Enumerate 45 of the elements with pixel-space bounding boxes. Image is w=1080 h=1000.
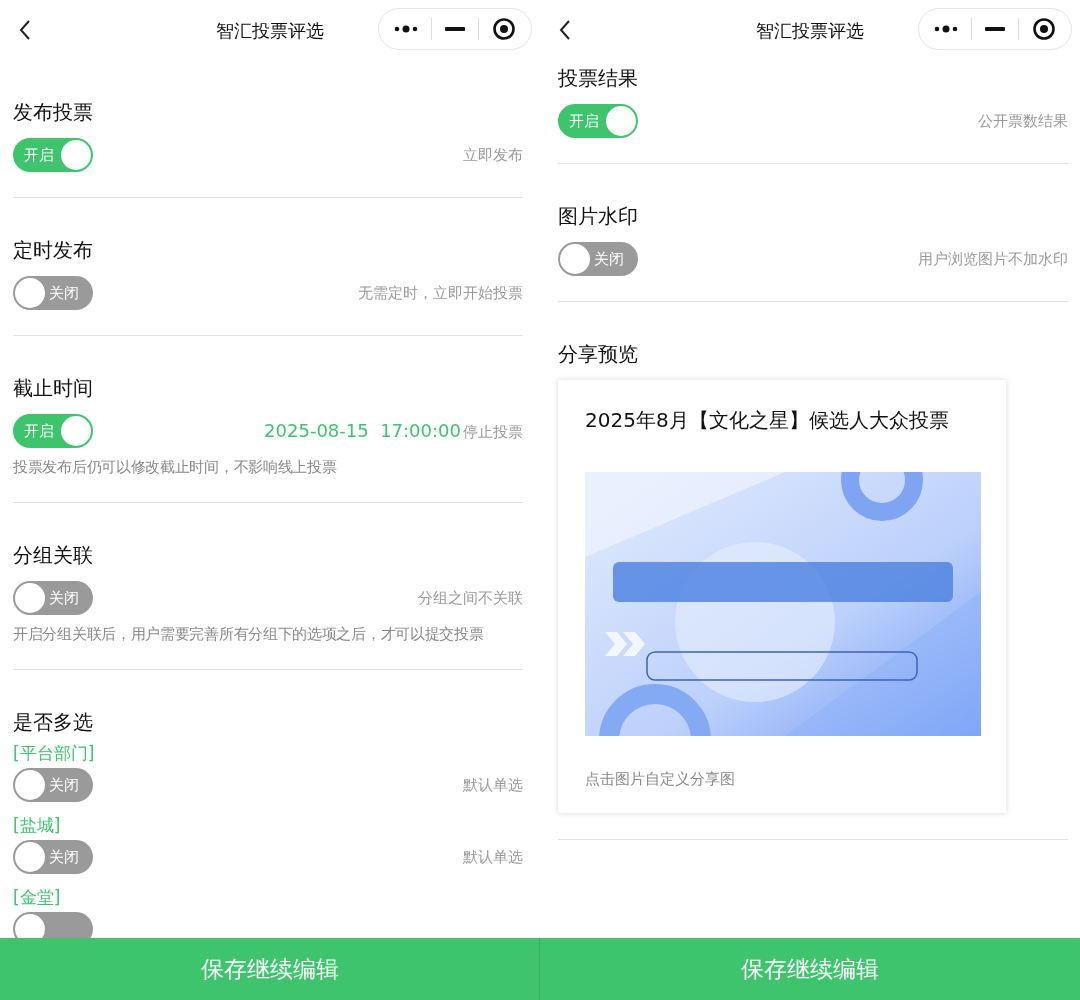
note-text: 公开票数结果 xyxy=(978,111,1068,131)
hint-text: 开启分组关联后，用户需要完善所有分组下的选项之后，才可以提交投票 xyxy=(13,625,485,644)
toggle-switch[interactable]: 关闭 xyxy=(13,581,93,615)
group-label: [金堂] xyxy=(13,886,62,908)
more-icon[interactable] xyxy=(933,23,958,35)
group-label: [平台部门] xyxy=(13,742,96,764)
save-button[interactable]: 保存继续编辑 xyxy=(0,938,540,1000)
hint-text: 投票发布后仍可以修改截止时间，不影响线上投票 xyxy=(13,458,338,477)
section-title: 分享预览 xyxy=(558,341,639,368)
more-icon[interactable] xyxy=(393,23,418,35)
note-text: 无需定时，立即开始投票 xyxy=(358,283,523,303)
section-title: 截止时间 xyxy=(13,375,94,402)
section-title: 图片水印 xyxy=(558,203,639,230)
minimize-icon[interactable] xyxy=(444,27,465,31)
toggle-switch[interactable]: 关闭 xyxy=(13,276,93,310)
note-text: 用户浏览图片不加水印 xyxy=(918,249,1068,269)
note-text: 立即发布 xyxy=(463,145,523,165)
toggle-switch[interactable]: 关闭 xyxy=(13,840,93,874)
date-time-value[interactable]: 2025-08-15 17:00:00 xyxy=(264,420,461,441)
caption-text: 点击图片自定义分享图 xyxy=(585,770,736,789)
section-title: 定时发布 xyxy=(13,237,94,264)
section-title: 发布投票 xyxy=(13,99,94,126)
toggle-switch[interactable]: 关闭 xyxy=(558,242,638,276)
section-title: 投票结果 xyxy=(558,65,639,92)
back-icon[interactable] xyxy=(18,19,32,41)
note-text: 分组之间不关联 xyxy=(418,588,523,608)
toggle-switch[interactable]: 开启 xyxy=(558,104,638,138)
toggle-switch[interactable]: 开启 xyxy=(13,138,93,172)
group-label: [盐城] xyxy=(13,814,62,836)
section-title: 分组关联 xyxy=(13,542,94,569)
page-title: 智汇投票评选 xyxy=(215,19,325,43)
back-icon[interactable] xyxy=(558,19,572,41)
section-title: 是否多选 xyxy=(13,709,94,736)
save-button[interactable]: 保存继续编辑 xyxy=(540,938,1080,1000)
page-title: 智汇投票评选 xyxy=(755,19,865,43)
toggle-switch[interactable] xyxy=(13,912,93,938)
note-text: 默认单选 xyxy=(463,847,523,867)
note-text: 停止投票 xyxy=(463,423,523,442)
target-icon[interactable] xyxy=(492,17,517,41)
share-title: 2025年8月【文化之星】候选人大众投票 xyxy=(585,407,950,434)
toggle-switch[interactable]: 关闭 xyxy=(13,768,93,802)
minimize-icon[interactable] xyxy=(984,27,1005,31)
note-text: 默认单选 xyxy=(463,775,523,795)
toggle-switch[interactable]: 开启 xyxy=(13,414,93,448)
target-icon[interactable] xyxy=(1032,17,1057,41)
